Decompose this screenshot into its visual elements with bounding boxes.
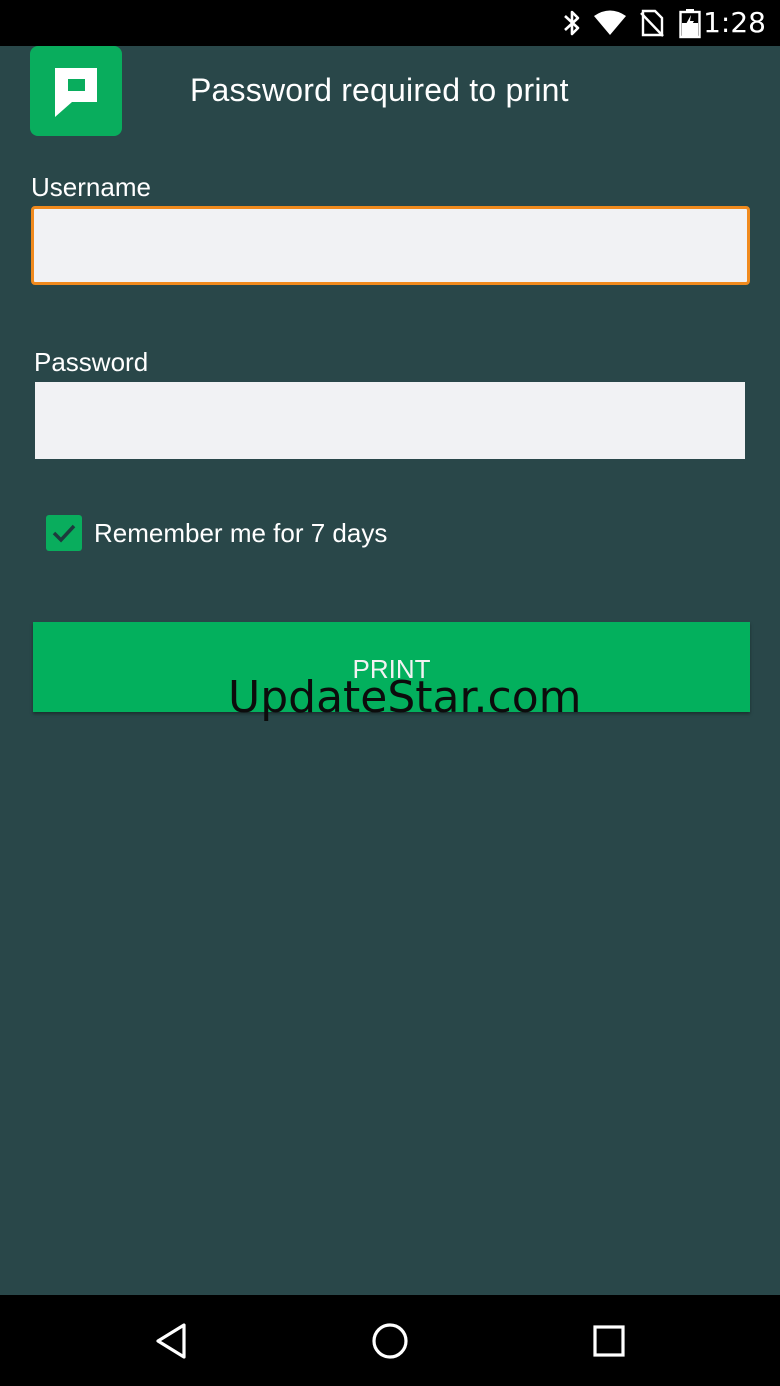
- status-bar: 1:28: [0, 0, 780, 46]
- remember-me-checkbox[interactable]: [46, 515, 82, 551]
- print-button-label: PRINT: [352, 654, 431, 684]
- battery-icon: [679, 9, 701, 44]
- no-sim-icon: [640, 9, 664, 42]
- password-label: Password: [34, 347, 149, 377]
- navigation-bar: [0, 1295, 780, 1386]
- username-input[interactable]: [31, 206, 750, 285]
- print-button[interactable]: PRINT: [33, 622, 750, 712]
- password-input[interactable]: [35, 382, 745, 459]
- page-title: Password required to print: [190, 72, 569, 108]
- remember-me-label[interactable]: Remember me for 7 days: [94, 518, 387, 549]
- status-time: 1:28: [703, 6, 766, 39]
- wifi-icon: [593, 9, 627, 42]
- papercut-logo: [30, 46, 122, 136]
- bluetooth-icon: [560, 9, 584, 42]
- back-icon[interactable]: [150, 1319, 194, 1363]
- logo-mark-icon: [55, 68, 97, 117]
- home-icon[interactable]: [368, 1319, 412, 1363]
- recents-icon[interactable]: [587, 1319, 631, 1363]
- username-label: Username: [31, 172, 151, 202]
- checkmark-icon: [52, 524, 76, 543]
